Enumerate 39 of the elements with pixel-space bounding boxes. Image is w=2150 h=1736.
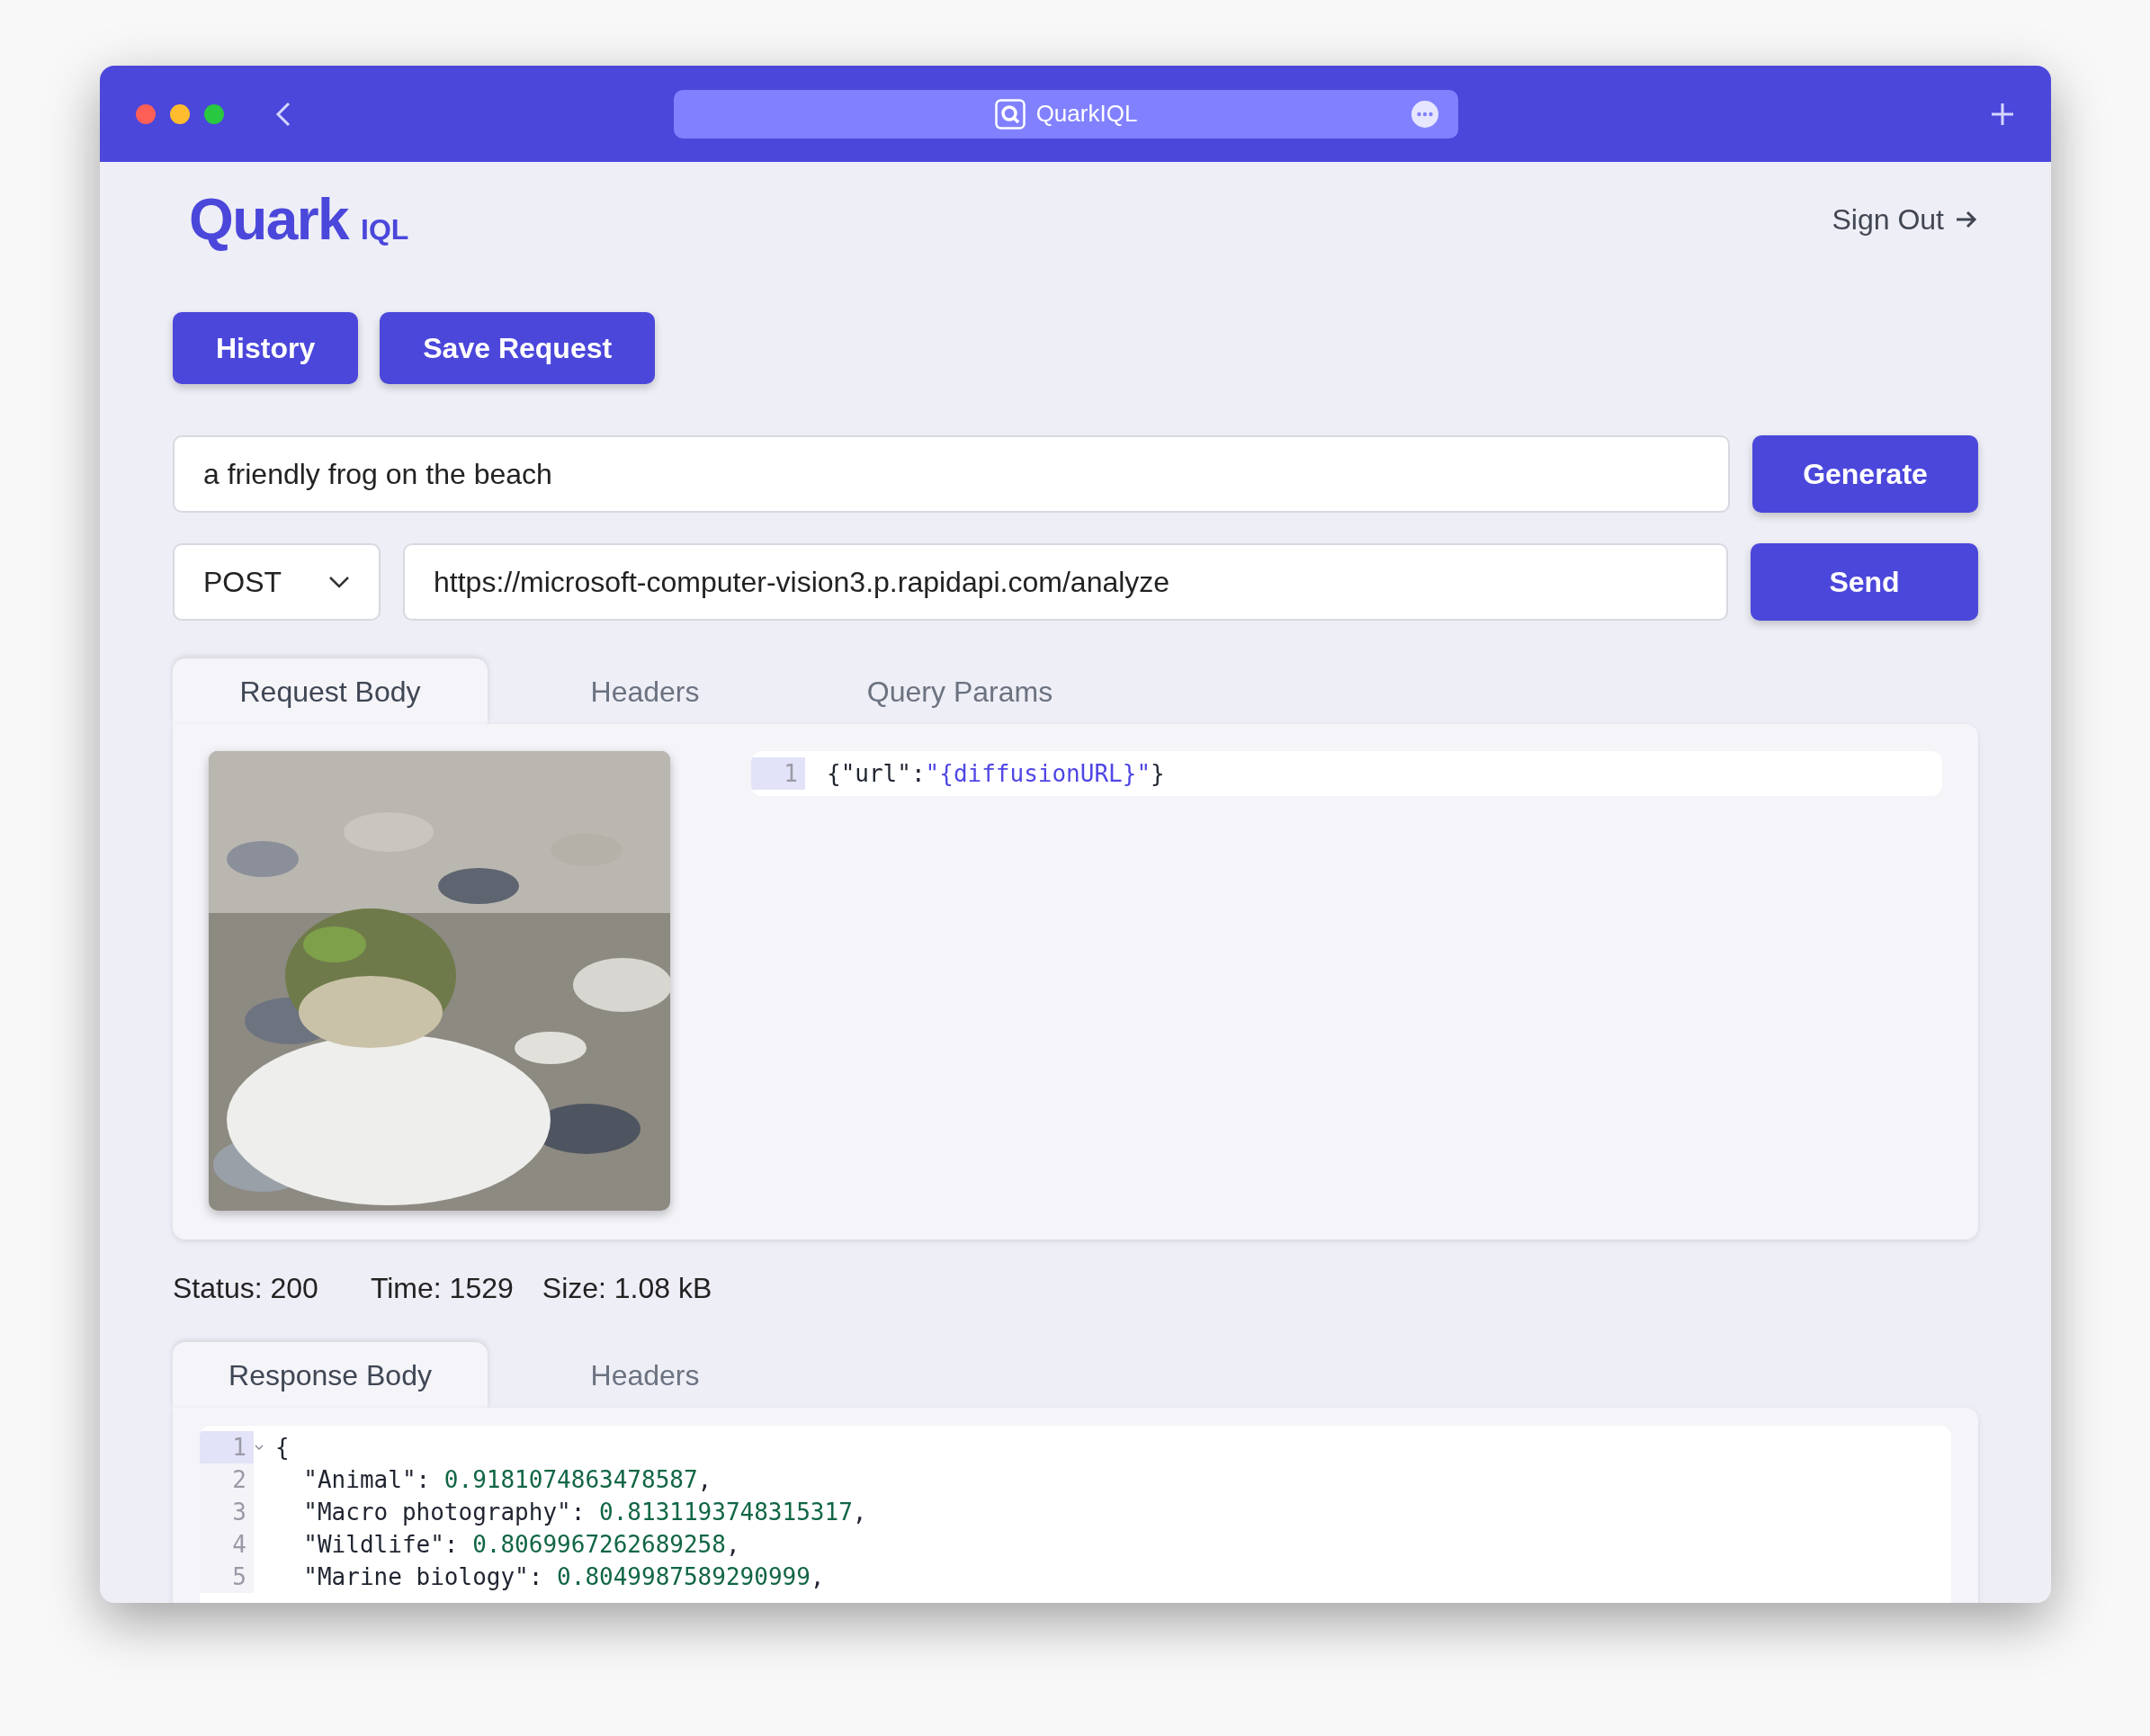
status-text: Status: 200: [173, 1271, 318, 1306]
action-button[interactable]: History: [173, 312, 359, 384]
tab[interactable]: Headers: [488, 1342, 802, 1408]
line-number: 1: [751, 757, 805, 790]
chevron-down-icon: [328, 576, 350, 588]
code-line: "Macro photography": 0.8131193748315317,: [302, 1497, 867, 1527]
arrow-right-icon: [1955, 210, 1978, 229]
sign-out-link[interactable]: Sign Out: [1832, 198, 1978, 241]
code-line: "Animal": 0.9181074863478587,: [302, 1464, 712, 1495]
line-number: 4: [200, 1528, 254, 1561]
status-text: Size: 1.08 kB: [542, 1271, 712, 1306]
url-field[interactable]: https://microsoft-computer-vision3.p.rapidapi.com/analyze: [403, 543, 1728, 621]
line-number: 3: [200, 1496, 254, 1528]
line-number: 2: [200, 1463, 254, 1496]
back-icon[interactable]: [274, 100, 292, 128]
prompt-field[interactable]: a friendly frog on the beach: [173, 435, 1730, 513]
generate-button[interactable]: Generate: [1752, 435, 1978, 513]
code-editor[interactable]: 1 { 2 "Animal": 0.9181074863478587, 3 "Macro photography": 0.8131193748315317, 4 "Wildlife": 0.8069967262689258, 5 "Marine biology": 0.8049987589290999,: [200, 1426, 1951, 1603]
code-line: {: [274, 1432, 290, 1463]
send-button[interactable]: Send: [1751, 543, 1978, 621]
window-title: QuarkIQL: [1035, 99, 1138, 129]
tab[interactable]: Request Body: [173, 658, 488, 724]
fold-caret-icon[interactable]: [254, 1444, 264, 1451]
action-button[interactable]: Save Request: [380, 312, 656, 384]
tab[interactable]: Response Body: [173, 1342, 488, 1408]
method-select[interactable]: POST: [173, 543, 381, 621]
code-line: {"url":"{diffusionURL}"}: [826, 758, 1165, 789]
line-number: 1: [200, 1431, 254, 1463]
tab[interactable]: Query Params: [802, 658, 1117, 724]
new-tab-icon[interactable]: [1990, 101, 2015, 127]
code-line: "Wildlife": 0.8069967262689258,: [302, 1529, 740, 1560]
code-editor[interactable]: 1 {"url":"{diffusionURL}"}: [751, 751, 1942, 796]
search-icon: [994, 98, 1026, 130]
code-line: "Marine biology": 0.8049987589290999,: [302, 1562, 825, 1592]
line-number: 5: [200, 1561, 254, 1593]
more-icon[interactable]: [1411, 100, 1438, 128]
tab[interactable]: Headers: [488, 658, 802, 724]
logo: Quark IQL: [189, 186, 409, 254]
status-text: Time: 1529: [370, 1271, 514, 1306]
